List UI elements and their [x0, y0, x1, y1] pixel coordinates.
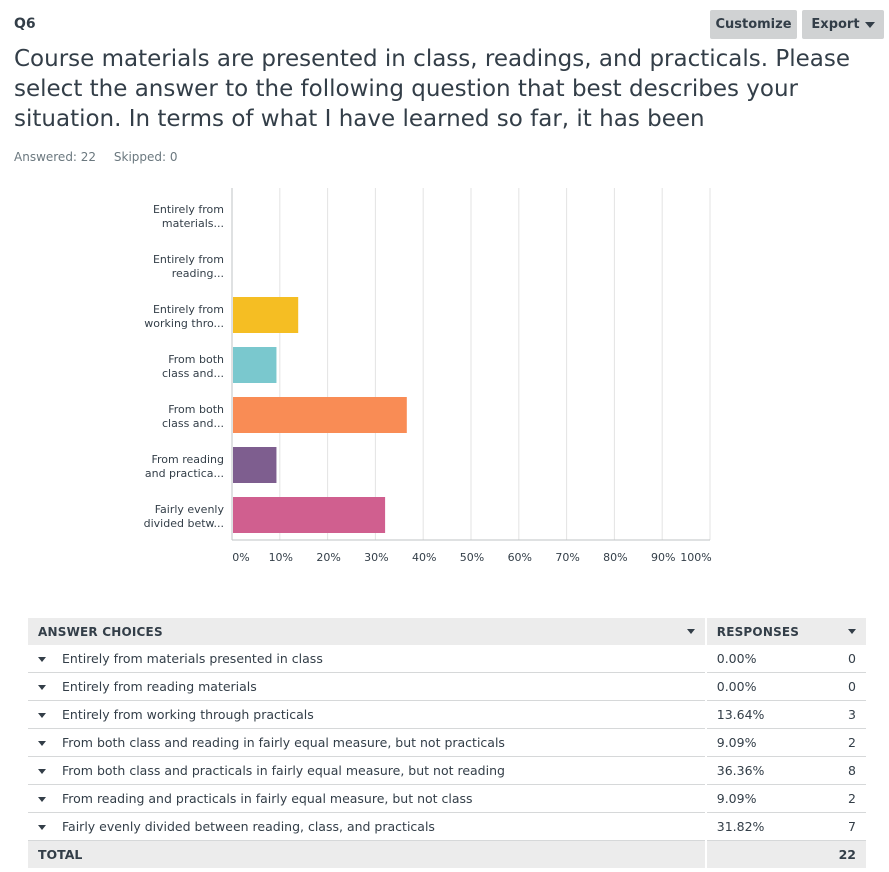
table-row: From both class and practicals in fairly… [28, 756, 866, 785]
table-row: Entirely from reading materials 0.00% 0 [28, 672, 866, 701]
expand-caret-icon[interactable] [38, 713, 46, 718]
sort-caret-icon[interactable] [848, 628, 856, 634]
response-count: 2 [826, 784, 866, 813]
category-label: Fairly evenly [155, 503, 225, 516]
response-count: 7 [826, 812, 866, 841]
customize-button[interactable]: Customize [710, 10, 797, 39]
x-tick-label: 10% [269, 551, 293, 564]
answer-choices-header[interactable]: ANSWER CHOICES [28, 618, 706, 645]
answer-choice-label: Fairly evenly divided between reading, c… [62, 819, 435, 834]
x-tick-label: 80% [603, 551, 627, 564]
total-spacer [704, 840, 827, 868]
category-label: materials... [162, 217, 224, 230]
response-percent: 0.00% [704, 645, 827, 673]
answered-count: Answered: 22 [14, 150, 97, 164]
expand-caret-icon[interactable] [38, 797, 46, 802]
response-percent: 36.36% [704, 756, 827, 785]
answer-choice-label: From both class and reading in fairly eq… [62, 735, 505, 750]
answer-choice-cell: From both class and practicals in fairly… [28, 756, 706, 785]
expand-caret-icon[interactable] [38, 769, 46, 774]
table-row: Entirely from working through practicals… [28, 700, 866, 729]
x-tick-label: 20% [316, 551, 340, 564]
response-count: 8 [826, 756, 866, 785]
table-body: Entirely from materials presented in cla… [28, 645, 866, 868]
answer-choices-header-label: ANSWER CHOICES [38, 624, 163, 639]
category-label: From reading [151, 453, 224, 466]
export-button[interactable]: Export [802, 10, 884, 39]
x-tick-label: 60% [508, 551, 532, 564]
category-label: Entirely from [153, 203, 224, 216]
category-label: From both [168, 353, 224, 366]
responses-header[interactable]: RESPONSES [704, 618, 866, 645]
question-number: Q6 [14, 16, 36, 32]
response-percent: 0.00% [704, 672, 827, 701]
answer-choice-label: From reading and practicals in fairly eq… [62, 791, 473, 806]
answer-choice-cell: From both class and reading in fairly eq… [28, 728, 706, 757]
category-label: Entirely from [153, 253, 224, 266]
bar [233, 497, 386, 533]
answer-choice-label: Entirely from working through practicals [62, 707, 314, 722]
x-tick-label: 70% [555, 551, 579, 564]
table-row: From both class and reading in fairly eq… [28, 728, 866, 757]
x-tick-label: 50% [460, 551, 484, 564]
table-row: Entirely from materials presented in cla… [28, 645, 866, 673]
table-row: From reading and practicals in fairly eq… [28, 784, 866, 813]
table-row: Fairly evenly divided between reading, c… [28, 812, 866, 841]
answer-choice-label: From both class and practicals in fairly… [62, 763, 505, 778]
bar [233, 397, 407, 433]
expand-caret-icon[interactable] [38, 825, 46, 830]
total-row: TOTAL 22 [28, 840, 866, 868]
question-text: Course materials are presented in class,… [14, 46, 851, 132]
answer-choice-cell: Entirely from working through practicals [28, 700, 706, 729]
x-tick-label: 40% [412, 551, 436, 564]
category-label: class and... [162, 417, 224, 430]
category-label: Entirely from [153, 303, 224, 316]
table-header-row: ANSWER CHOICES RESPONSES [28, 618, 866, 645]
response-count: 0 [826, 672, 866, 701]
skipped-count: Skipped: 0 [113, 150, 178, 164]
bar [233, 297, 299, 333]
total-label: TOTAL [28, 840, 706, 868]
answer-choice-cell: Entirely from materials presented in cla… [28, 645, 706, 673]
bar [233, 347, 277, 383]
answer-choices-table: ANSWER CHOICES RESPONSES Entirely from m… [28, 618, 866, 868]
response-percent: 9.09% [704, 784, 827, 813]
response-count: 2 [826, 728, 866, 757]
category-label: reading... [172, 267, 224, 280]
expand-caret-icon[interactable] [38, 685, 46, 690]
x-tick-label: 90% [651, 551, 675, 564]
expand-caret-icon[interactable] [38, 741, 46, 746]
total-count: 22 [826, 840, 866, 868]
chevron-down-icon [864, 21, 875, 28]
category-label: and practica... [145, 467, 224, 480]
answer-choice-cell: From reading and practicals in fairly eq… [28, 784, 706, 813]
answer-choice-cell: Entirely from reading materials [28, 672, 706, 701]
bar [233, 447, 277, 483]
sort-caret-icon[interactable] [686, 628, 695, 634]
category-label: working thro... [144, 317, 224, 330]
bar-chart: 0% 10% 20% 30% 40% 50% 60% 70% 80% 90% 100% Entirel… [0, 180, 889, 580]
answer-choice-label: Entirely from materials presented in cla… [62, 651, 323, 666]
customize-label: Customize [715, 17, 792, 32]
expand-caret-icon[interactable] [38, 657, 46, 662]
responses-header-label: RESPONSES [716, 624, 800, 639]
response-percent: 13.64% [704, 700, 827, 729]
answer-choice-label: Entirely from reading materials [62, 679, 257, 694]
bar-chart-svg: 0% 10% 20% 30% 40% 50% 60% 70% 80% 90% 100% Entirel… [144, 188, 712, 564]
category-label: divided betw... [144, 517, 224, 530]
x-tick-label: 30% [364, 551, 388, 564]
export-label: Export [811, 17, 860, 32]
response-percent: 31.82% [704, 812, 827, 841]
category-label: class and... [162, 367, 224, 380]
x-tick-label: 100% [680, 551, 711, 564]
category-label: From both [168, 403, 224, 416]
response-count: 0 [826, 645, 866, 673]
answer-choice-cell: Fairly evenly divided between reading, c… [28, 812, 706, 841]
response-percent: 9.09% [704, 728, 827, 757]
response-count: 3 [826, 700, 866, 729]
response-stats: Answered: 22 Skipped: 0 [14, 150, 192, 164]
x-tick-label: 0% [232, 551, 249, 564]
